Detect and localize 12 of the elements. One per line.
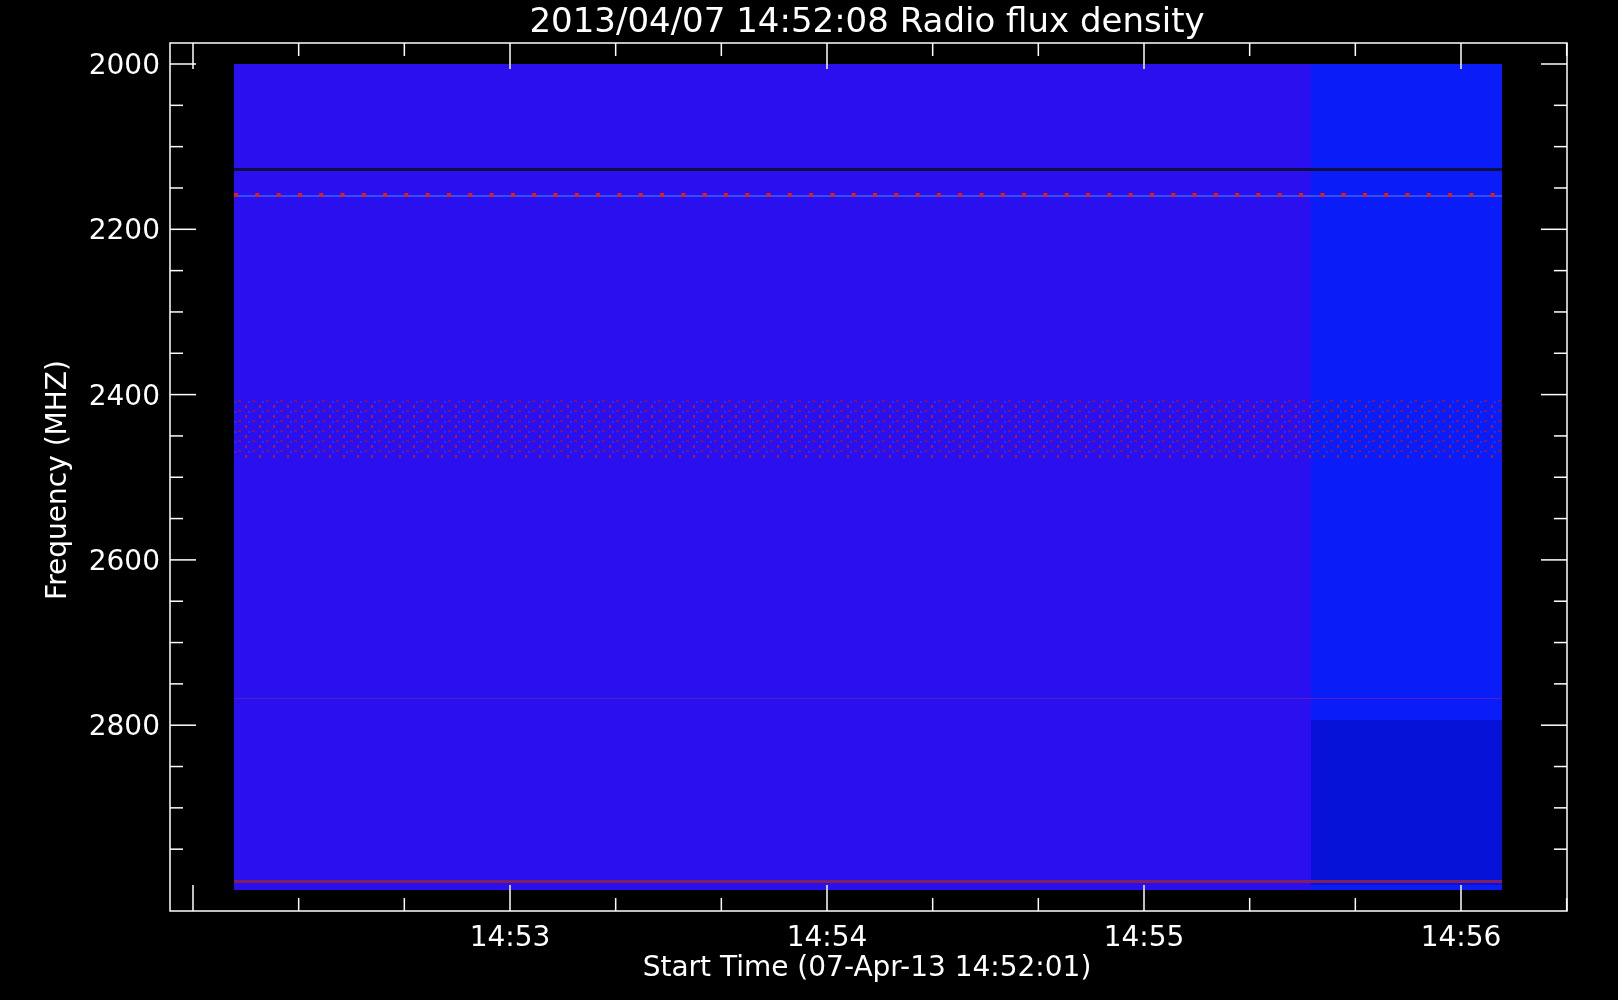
x-tick-label: 14:56 (1420, 920, 1502, 953)
x-tick-label: 14:53 (469, 920, 551, 953)
y-tick-label: 2000 (88, 48, 160, 81)
y-tick-label: 2200 (88, 213, 160, 247)
y-tick-label: 2800 (88, 709, 160, 743)
x-tick-label: 14:55 (1103, 920, 1185, 953)
plot-title: 2013/04/07 14:52:08 Radio flux density (529, 0, 1205, 40)
x-tick-label: 14:54 (786, 920, 868, 953)
y-axis-label: Frequency (MHZ) (40, 360, 73, 600)
x-axis-label: Start Time (07-Apr-13 14:52:01) (642, 950, 1092, 983)
y-tick-label: 2600 (88, 543, 160, 577)
y-tick-label: 2400 (88, 378, 160, 412)
